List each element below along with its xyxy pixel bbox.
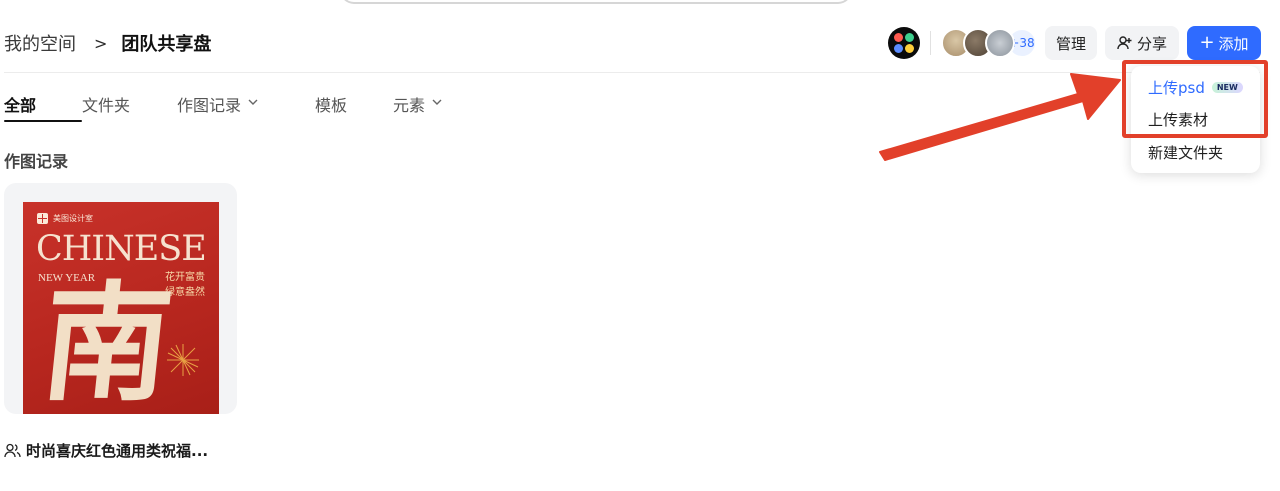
chevron-right-icon: >	[94, 33, 108, 53]
add-person-icon	[1117, 36, 1132, 50]
add-button-label: 添加	[1218, 34, 1249, 53]
chevron-down-icon	[432, 99, 442, 105]
manage-button[interactable]: 管理	[1045, 26, 1097, 60]
tab-elements[interactable]: 元素	[393, 92, 463, 124]
tab-label: 文件夹	[82, 96, 131, 115]
poster-thumbnail[interactable]: 美图设计室 CHINESE NEW YEAR 花开富贵 绿意盎然 南	[23, 202, 219, 414]
annotation-highlight-box	[1122, 60, 1268, 138]
breadcrumb: 我的空间 > 团队共享盘	[4, 30, 211, 56]
breadcrumb-parent[interactable]: 我的空间	[4, 30, 76, 56]
plus-icon: +	[1199, 32, 1215, 53]
avatar[interactable]	[985, 28, 1015, 58]
brand-logo-icon	[37, 213, 48, 224]
tab-label: 模板	[315, 96, 348, 115]
add-button[interactable]: + 添加	[1187, 26, 1261, 60]
filter-tabs: 全部 文件夹 作图记录 模板 元素	[4, 92, 463, 124]
divider	[930, 31, 931, 55]
tab-label: 全部	[4, 96, 37, 115]
poster-brand-text: 美图设计室	[53, 214, 93, 223]
tab-label: 作图记录	[177, 96, 242, 115]
menu-item-new-folder[interactable]: 新建文件夹	[1148, 142, 1223, 163]
breadcrumb-current: 团队共享盘	[121, 34, 212, 55]
share-button-label: 分享	[1136, 34, 1167, 53]
tab-design-records[interactable]: 作图记录	[177, 92, 315, 124]
chevron-down-icon	[248, 99, 258, 105]
header-actions: +38 管理 分享 + 添加	[888, 26, 1261, 60]
tab-folders[interactable]: 文件夹	[82, 92, 177, 124]
card-title: 时尚喜庆红色通用类祝福...	[26, 442, 209, 460]
member-avatars[interactable]: +38	[941, 28, 1037, 58]
tab-label: 元素	[393, 96, 426, 115]
header-divider	[4, 72, 1260, 73]
design-card[interactable]: 美图设计室 CHINESE NEW YEAR 花开富贵 绿意盎然 南	[4, 183, 237, 414]
firework-icon	[167, 344, 199, 376]
poster-brand: 美图设计室	[37, 213, 93, 224]
section-title: 作图记录	[4, 152, 69, 171]
poster-big-char: 南	[35, 269, 179, 414]
share-button[interactable]: 分享	[1105, 26, 1179, 60]
search-bar-edge[interactable]	[340, 0, 852, 4]
card-title-row[interactable]: 时尚喜庆红色通用类祝福...	[4, 440, 208, 461]
menu-item-label: 新建文件夹	[1148, 144, 1224, 162]
poster-headline: CHINESE	[36, 229, 207, 269]
tab-templates[interactable]: 模板	[315, 92, 393, 124]
tab-all[interactable]: 全部	[4, 92, 82, 124]
team-logo-icon[interactable]	[888, 27, 920, 59]
team-icon	[4, 443, 21, 458]
manage-button-label: 管理	[1055, 34, 1086, 53]
header: 我的空间 > 团队共享盘 +38 管理 分享 + 添加	[0, 22, 1280, 62]
